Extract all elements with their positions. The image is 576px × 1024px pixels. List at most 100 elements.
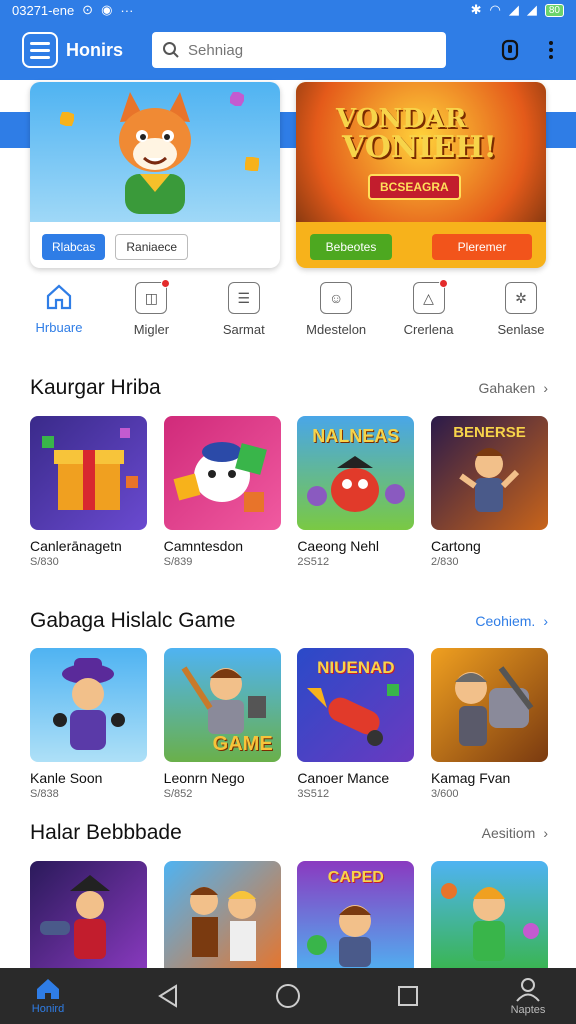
- game-card[interactable]: Kanle Soon S/838: [30, 648, 147, 800]
- game-art-title: NIUENAD: [317, 658, 395, 677]
- category-warning[interactable]: △ Crerlena: [390, 279, 468, 337]
- search-bar[interactable]: [152, 32, 446, 68]
- game-art-title: GAME: [212, 733, 273, 755]
- game-thumbnail: [430, 861, 548, 975]
- wizard-character-icon: [53, 658, 125, 750]
- wifi-icon: ◠: [489, 2, 501, 17]
- game-name: Kanle Soon: [30, 770, 103, 786]
- app-title: Honirs: [66, 39, 124, 60]
- dog-character-icon: [173, 442, 267, 512]
- category-home[interactable]: Hrbuare: [20, 282, 98, 337]
- category-messages[interactable]: ◫ Migler: [112, 279, 190, 337]
- search-input[interactable]: [188, 41, 428, 59]
- games-row: Kanle Soon S/838 GAME Leonrn Nego S/852 …: [30, 648, 548, 800]
- game-thumbnail: NALNEAS: [297, 416, 415, 530]
- duo-characters-icon: [189, 887, 256, 961]
- game-thumbnail: [30, 648, 147, 762]
- pirate-character-icon: [40, 875, 110, 959]
- app-bar: Honirs: [0, 20, 576, 80]
- nav-home-label: Honird: [31, 1003, 65, 1015]
- game-card[interactable]: [430, 861, 548, 975]
- banner-1-primary-button[interactable]: Rlabcas: [42, 234, 106, 260]
- recents-square-icon: [398, 986, 418, 1006]
- game-thumbnail: NIUENAD: [297, 648, 415, 762]
- section-header: Halar Bebbbade Aesitiom ›: [30, 821, 548, 845]
- nav-profile[interactable]: Naptes: [498, 976, 558, 1016]
- game-art-title: CAPED: [327, 869, 384, 886]
- category-label: Hrbuare: [35, 320, 83, 335]
- nav-home-circle[interactable]: [258, 982, 318, 1010]
- banner-fox-art: [30, 82, 280, 222]
- game-size: S/838: [30, 788, 59, 800]
- banner-card-1[interactable]: Rlabcas Raniaece: [30, 82, 280, 268]
- banner-2-primary-button[interactable]: Bebeotes: [310, 234, 392, 260]
- section-see-all-link[interactable]: Gahaken ›: [479, 380, 549, 396]
- confetti-cube-icon: [60, 112, 74, 126]
- sparkle-icon: ✲: [504, 282, 537, 314]
- fox-character-icon: [119, 92, 191, 214]
- game-controller-icon[interactable]: [498, 38, 522, 62]
- game-art-title: BENERSE: [453, 424, 526, 441]
- game-name: Kamag Fvan: [430, 770, 511, 786]
- games-row: CAPED: [30, 861, 548, 975]
- chevron-right-icon: ›: [543, 380, 548, 396]
- battery-icon: 80: [544, 3, 564, 17]
- game-card[interactable]: GAME Leonrn Nego S/852: [163, 648, 281, 800]
- category-list[interactable]: ☰ Sarmat: [205, 282, 283, 337]
- game-size: 2S512: [297, 556, 330, 568]
- banner-game-subtitle: BCSEAGRA: [368, 174, 461, 200]
- game-card[interactable]: Canlerānagetn S/830: [30, 416, 147, 568]
- game-size: 3/600: [430, 788, 459, 800]
- game-card[interactable]: Camntesdon S/839: [163, 416, 281, 568]
- game-art-title: NALNEAS: [312, 426, 400, 446]
- notification-dot: [161, 279, 171, 288]
- nav-home[interactable]: Honird: [18, 977, 78, 1015]
- bluetooth-icon: ✱: [470, 2, 482, 17]
- game-size: S/830: [30, 556, 59, 568]
- section-see-all-link[interactable]: Ceohiem. ›: [475, 613, 548, 629]
- nav-back[interactable]: [138, 983, 198, 1009]
- section-title: Gabaga Hislalc Game: [30, 609, 236, 632]
- game-card[interactable]: [163, 861, 281, 975]
- game-size: S/852: [163, 788, 193, 800]
- app-logo-icon[interactable]: [22, 32, 58, 68]
- status-time: 03271-ene: [12, 2, 75, 18]
- game-card[interactable]: Kamag Fvan 3/600: [430, 648, 548, 800]
- warning-icon: △: [412, 279, 448, 314]
- confetti-cube-icon: [245, 157, 259, 171]
- banner-game-art: VONDAR VONIEH! BCSEAGRA: [296, 82, 546, 222]
- section-header: Gabaga Hislalc Game Ceohiem. ›: [30, 609, 548, 633]
- category-bar: Hrbuare ◫ Migler ☰ Sarmat ☺ Mdestelon △ …: [20, 279, 560, 337]
- game-size: S/839: [163, 556, 193, 568]
- game-thumbnail: CAPED: [297, 861, 415, 975]
- banner-1-secondary-button[interactable]: Raniaece: [115, 234, 189, 260]
- signal-icon: ◢: [508, 2, 519, 17]
- more-options-icon[interactable]: [548, 40, 554, 60]
- nav-recents[interactable]: [378, 984, 438, 1008]
- category-face[interactable]: ☺ Mdestelon: [297, 282, 375, 337]
- game-card[interactable]: NALNEAS Caeong Nehl 2S512: [297, 416, 415, 568]
- game-name: Camntesdon: [163, 538, 244, 554]
- message-icon: ◫: [135, 279, 171, 314]
- game-name: Caeong Nehl: [297, 538, 380, 554]
- section-title: Halar Bebbbade: [30, 821, 182, 844]
- category-label: Crerlena: [403, 322, 454, 337]
- category-label: Mdestelon: [306, 322, 367, 337]
- category-sparkle[interactable]: ✲ Senlase: [482, 282, 560, 337]
- status-bar: 03271-ene ⊙ ◉ ··· ✱ ◠ ◢ ◢ 80: [0, 0, 576, 20]
- notification-icon: ⊙: [82, 2, 94, 17]
- banner-2-secondary-button[interactable]: Pleremer: [432, 234, 532, 260]
- game-size: 2/830: [430, 556, 459, 568]
- home-circle-icon: [276, 984, 300, 1008]
- banner-card-2[interactable]: VONDAR VONIEH! BCSEAGRA Bebeotes Plereme…: [296, 82, 546, 268]
- list-icon: ☰: [227, 282, 260, 314]
- games-row: Canlerānagetn S/830 Camntesdon S/839 NAL…: [30, 416, 548, 568]
- game-card[interactable]: BENERSE Cartong 2/830: [430, 416, 548, 568]
- game-card[interactable]: NIUENAD Canoer Mance 3S512: [297, 648, 415, 800]
- game-card[interactable]: [30, 861, 147, 975]
- section-title: Kaurgar Hriba: [30, 376, 161, 399]
- notification-icon-2: ◉: [101, 2, 113, 17]
- section-see-all-link[interactable]: Aesitiom ›: [482, 825, 548, 841]
- game-card[interactable]: CAPED: [297, 861, 415, 975]
- game-thumbnail: BENERSE: [430, 416, 548, 530]
